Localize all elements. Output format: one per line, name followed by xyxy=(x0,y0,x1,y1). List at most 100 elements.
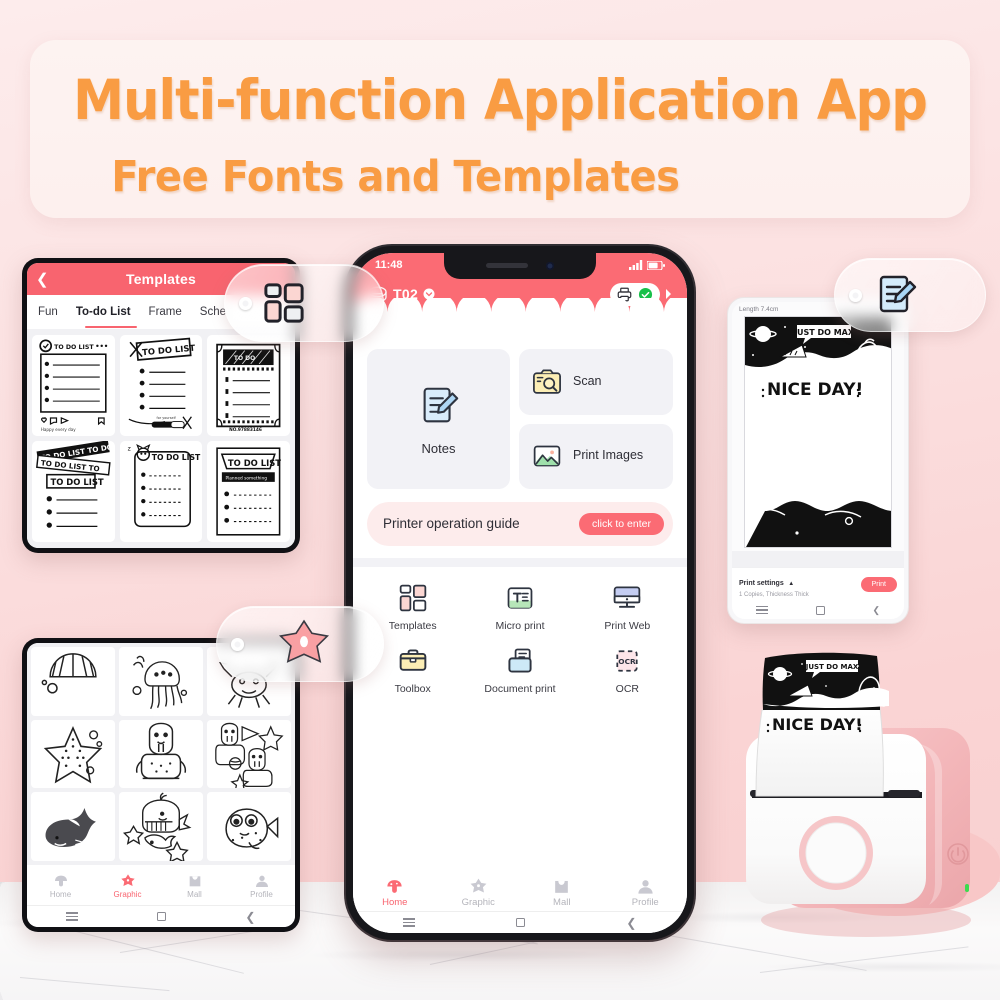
feature-label: Toolbox xyxy=(394,683,431,695)
printer-guide-banner[interactable]: Printer operation guide click to enter xyxy=(367,502,673,546)
template-thumbnail[interactable]: TO DO NO.97883146 xyxy=(207,335,290,436)
print-settings-bar[interactable]: Print settings ▲ 1 Copies, Thickness Thi… xyxy=(732,567,904,601)
feature-label: OCR xyxy=(615,683,639,695)
headline-card: Multi-function Application App Free Font… xyxy=(30,40,970,218)
graphic-thumbnail[interactable] xyxy=(119,719,203,789)
template-thumbnail[interactable]: TO DO LIST for yourself xyxy=(119,335,203,436)
svg-text:TO DO: TO DO xyxy=(234,355,255,362)
template-thumbnail[interactable]: TO DO LIST Happy every day xyxy=(32,335,115,436)
template-thumbnail[interactable]: TO DO LIST TO DO LIST TO DO LIST TO TO D… xyxy=(32,441,115,542)
feature-document-print[interactable]: Document print xyxy=(466,646,573,695)
templates-badge[interactable] xyxy=(224,264,384,342)
svg-text:for yourself: for yourself xyxy=(156,416,176,420)
graphic-thumbnail[interactable] xyxy=(119,647,203,716)
back-icon[interactable]: ❮ xyxy=(245,910,255,924)
document-print-icon xyxy=(508,648,532,673)
tab-frame[interactable]: Frame xyxy=(149,306,182,318)
card-print-images[interactable]: Print Images xyxy=(519,423,673,489)
badge-knob xyxy=(239,296,252,310)
nav-item-mall[interactable]: Mall xyxy=(520,877,604,908)
image-icon xyxy=(533,445,561,467)
template-thumbnail[interactable]: TO DO LIST Planned something xyxy=(207,441,290,542)
battery-icon xyxy=(647,260,665,270)
card-notes[interactable]: Notes xyxy=(367,349,510,489)
page-subtitle: Free Fonts and Templates xyxy=(111,152,680,202)
tab-todo-list[interactable]: To-do List xyxy=(76,306,131,318)
nav-item-profile[interactable]: Profile xyxy=(228,873,295,899)
print-button[interactable]: Print xyxy=(860,577,897,592)
back-icon[interactable]: ❮ xyxy=(873,605,881,616)
feature-label: Templates xyxy=(388,620,437,632)
graphic-thumbnail[interactable] xyxy=(31,647,115,716)
back-icon[interactable]: ❮ xyxy=(626,916,636,930)
nav-item-graphic[interactable]: Graphic xyxy=(94,873,161,899)
card-label: Print Images xyxy=(573,448,644,463)
graphic-thumbnail[interactable] xyxy=(31,719,115,789)
chevron-left-icon[interactable]: ❮ xyxy=(36,272,49,287)
nav-label: Home xyxy=(382,896,408,908)
home-icon[interactable] xyxy=(157,912,167,921)
svg-text:Happy every day: Happy every day xyxy=(41,427,76,432)
recents-icon[interactable] xyxy=(755,605,768,615)
recents-icon[interactable] xyxy=(403,918,416,927)
mushroom-icon xyxy=(387,879,402,893)
nav-item-graphic[interactable]: Graphic xyxy=(437,877,521,908)
wave-divider xyxy=(353,298,687,328)
nav-item-home[interactable]: Home xyxy=(353,877,437,908)
graphic-thumbnail[interactable] xyxy=(119,792,203,861)
feature-label: Micro print xyxy=(495,620,545,632)
card-label: Scan xyxy=(573,373,602,388)
badge-knob xyxy=(231,637,244,651)
home-icon[interactable] xyxy=(516,918,526,927)
feature-ocr[interactable]: OCR OCR xyxy=(574,646,681,695)
tab-active-underline xyxy=(85,325,137,328)
grid-icon xyxy=(399,584,426,612)
star-icon xyxy=(470,878,487,892)
graphic-thumbnail[interactable] xyxy=(207,792,291,861)
nav-item-home[interactable]: Home xyxy=(27,873,94,899)
svg-text:Planned something: Planned something xyxy=(226,475,268,481)
graphic-bottom-nav: Home Graphic Mall Profile ❮ xyxy=(27,867,295,927)
label-title: NICE DAY! xyxy=(767,380,863,400)
graphic-thumbnail[interactable] xyxy=(207,719,291,789)
print-settings-title: Print settings xyxy=(739,579,784,587)
templates-grid: TO DO LIST Happy every day TO DO LIST fo… xyxy=(27,329,295,548)
svg-text:NO.97883146: NO.97883146 xyxy=(229,427,262,433)
home-icon[interactable] xyxy=(815,605,825,615)
phone-header: 11:48 T02 xyxy=(353,253,687,328)
notes-badge[interactable] xyxy=(834,258,986,332)
printer-paper-bubble-text: JUST DO MAX xyxy=(805,663,859,671)
tab-fun[interactable]: Fun xyxy=(38,306,58,318)
template-thumbnail[interactable]: z TO DO LIST xyxy=(119,441,203,542)
guide-enter-button[interactable]: click to enter xyxy=(579,512,664,536)
label-preview[interactable]: JUST DO MAX NICE DAY! xyxy=(744,316,892,548)
nav-label: Graphic xyxy=(461,896,495,908)
print-settings-summary: 1 Copies, Thickness Thick xyxy=(739,591,809,598)
preview-spacer xyxy=(732,551,904,567)
nav-item-mall[interactable]: Mall xyxy=(161,873,228,899)
svg-text:TO DO LIST: TO DO LIST xyxy=(228,458,281,468)
notes-icon xyxy=(879,275,917,313)
star-icon xyxy=(120,874,135,886)
printer-paper-text: NICE DAY! xyxy=(772,715,863,734)
nav-label: Profile xyxy=(250,890,273,899)
bubble-text: JUST DO MAX xyxy=(793,328,855,337)
feature-label: Document print xyxy=(484,683,556,695)
feature-micro-print[interactable]: Micro print xyxy=(466,583,573,632)
feature-print-web[interactable]: Print Web xyxy=(574,583,681,632)
feature-grid: Templates Micro print Print Web Toolbox … xyxy=(353,567,687,695)
graphic-badge[interactable] xyxy=(216,606,384,682)
notes-icon xyxy=(423,387,458,422)
recents-icon[interactable] xyxy=(66,912,79,921)
chevron-up-icon[interactable]: ▲ xyxy=(788,581,794,587)
svg-text:OCR: OCR xyxy=(619,657,637,666)
phone-content: Notes Scan Print Images Printer operatio… xyxy=(353,327,687,873)
android-system-bar: ❮ xyxy=(27,905,295,927)
card-scan[interactable]: Scan xyxy=(519,349,673,415)
main-phone-device: 11:48 T02 Notes Scan Print Images Printe… xyxy=(346,246,694,940)
tab-schedule[interactable]: Sche xyxy=(200,306,226,318)
star-icon xyxy=(278,619,330,663)
graphic-thumbnail[interactable] xyxy=(31,792,115,861)
ocr-icon: OCR xyxy=(616,650,638,672)
nav-item-profile[interactable]: Profile xyxy=(604,877,688,908)
